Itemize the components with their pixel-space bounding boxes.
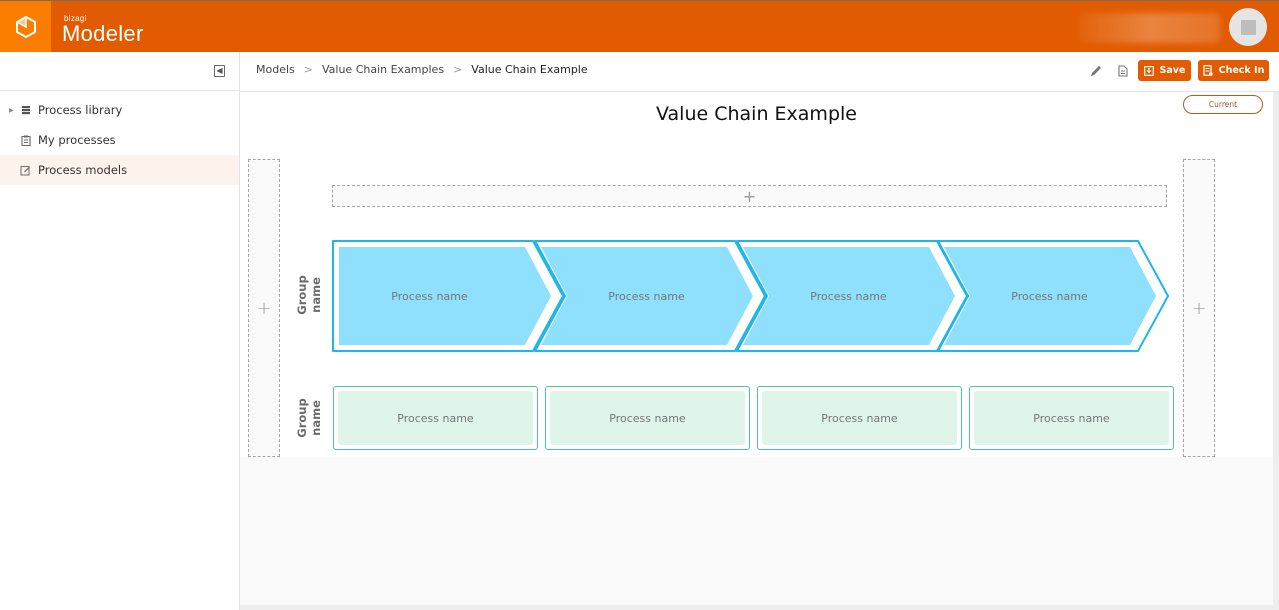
group-label-line: Group xyxy=(295,398,309,438)
group-label-line: name xyxy=(309,400,323,436)
breadcrumb-separator: > xyxy=(303,63,313,76)
sidebar-item-label: Process library xyxy=(38,103,123,117)
sidebar-item-my-processes[interactable]: My processes xyxy=(0,125,239,155)
group-label[interactable]: Group name xyxy=(292,275,326,315)
chevron-group: Process name Process name Process name P… xyxy=(332,240,1172,352)
diagram-title: Value Chain Example xyxy=(656,103,857,125)
document-icon[interactable] xyxy=(1116,64,1130,78)
sidebar-item-label: My processes xyxy=(38,133,116,147)
expand-caret-icon[interactable]: ▶ xyxy=(9,107,14,114)
breadcrumb-separator: > xyxy=(453,63,463,76)
check-in-button[interactable]: Check In xyxy=(1198,60,1269,81)
process-chevron[interactable]: Process name xyxy=(746,240,951,352)
check-in-label: Check In xyxy=(1218,65,1265,76)
top-bar: bizagi Modeler xyxy=(0,0,1279,52)
save-label: Save xyxy=(1159,65,1186,76)
process-box[interactable]: Process name xyxy=(969,386,1174,450)
clipboard-icon xyxy=(20,135,31,146)
toolbar: Models > Value Chain Examples > Value Ch… xyxy=(240,52,1279,92)
group-label-line: Group xyxy=(295,275,309,315)
sidebar-item-process-models[interactable]: Process models xyxy=(0,155,239,185)
version-badge[interactable]: Current xyxy=(1183,95,1263,114)
edit-document-icon xyxy=(20,165,31,176)
breadcrumb-current: Value Chain Example xyxy=(471,63,588,76)
process-box[interactable]: Process name xyxy=(545,386,750,450)
group-label[interactable]: Group name xyxy=(292,398,326,438)
add-group-top-button[interactable]: + xyxy=(332,185,1167,207)
horizontal-scrollbar[interactable] xyxy=(240,605,1273,610)
database-icon xyxy=(20,105,31,116)
process-box[interactable]: Process name xyxy=(333,386,538,450)
sidebar-item-label: Process models xyxy=(38,163,128,177)
avatar[interactable] xyxy=(1229,8,1267,46)
collapse-sidebar-icon[interactable]: ◀ xyxy=(214,65,225,77)
breadcrumb-value-chain-examples[interactable]: Value Chain Examples xyxy=(322,63,444,76)
pencil-icon[interactable] xyxy=(1089,64,1103,78)
sidebar: ◀ ▶ Process library My processes Process… xyxy=(0,52,240,610)
group-label-line: name xyxy=(309,277,323,313)
sidebar-header: ◀ xyxy=(0,52,239,91)
save-icon xyxy=(1143,65,1154,76)
breadcrumb-models[interactable]: Models xyxy=(256,63,295,76)
user-name-redacted xyxy=(1080,13,1220,43)
app-logo[interactable] xyxy=(0,1,51,52)
process-box-label: Process name xyxy=(762,391,957,445)
main-area: Models > Value Chain Examples > Value Ch… xyxy=(240,52,1279,610)
avatar-image xyxy=(1240,19,1256,35)
save-button[interactable]: Save xyxy=(1138,60,1191,81)
process-chevron[interactable]: Process name xyxy=(332,240,527,352)
process-chevron[interactable]: Process name xyxy=(947,240,1152,352)
add-column-left-button[interactable]: + xyxy=(248,159,280,457)
vertical-scrollbar[interactable] xyxy=(1273,92,1279,610)
diagram-canvas: Value Chain Example Current + + + Group … xyxy=(240,92,1273,457)
process-box-label: Process name xyxy=(974,391,1169,445)
process-box-label: Process name xyxy=(338,391,533,445)
cube-icon xyxy=(15,15,36,38)
breadcrumb: Models > Value Chain Examples > Value Ch… xyxy=(256,63,588,76)
process-box[interactable]: Process name xyxy=(757,386,962,450)
process-box-label: Process name xyxy=(550,391,745,445)
app-title: Modeler xyxy=(62,21,144,46)
check-in-icon xyxy=(1203,65,1213,76)
add-column-right-button[interactable]: + xyxy=(1183,159,1215,457)
process-chevron[interactable]: Process name xyxy=(544,240,749,352)
sidebar-item-process-library[interactable]: ▶ Process library xyxy=(0,95,239,125)
